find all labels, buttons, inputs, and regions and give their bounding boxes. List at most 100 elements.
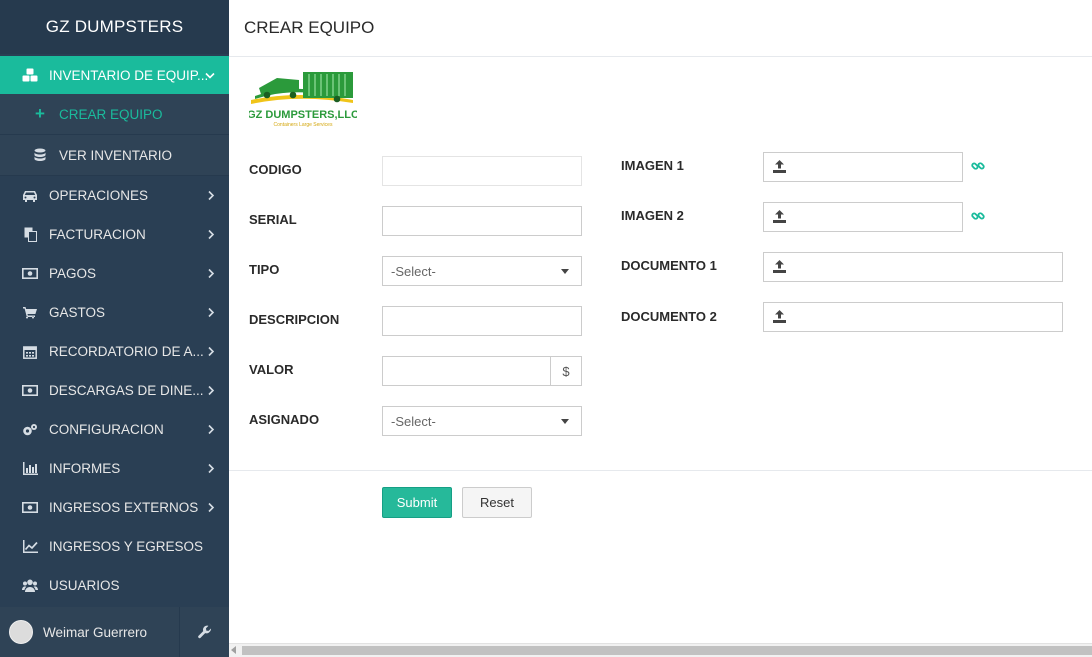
sidebar-item-label: INFORMES bbox=[49, 461, 121, 476]
sidebar-item-label: DESCARGAS DE DINE... bbox=[49, 383, 204, 398]
submit-button[interactable]: Submit bbox=[382, 487, 452, 518]
serial-label: SERIAL bbox=[249, 212, 297, 227]
upload-icon bbox=[773, 210, 786, 226]
sidebar-subitem-label: VER INVENTARIO bbox=[59, 147, 173, 163]
codigo-label: CODIGO bbox=[249, 162, 302, 177]
cart-icon bbox=[22, 305, 38, 321]
asignado-label: ASIGNADO bbox=[249, 412, 320, 427]
car-icon bbox=[22, 188, 38, 204]
sidebar-item-operaciones[interactable]: OPERACIONES bbox=[0, 176, 229, 215]
money-icon bbox=[22, 266, 38, 282]
user-name[interactable]: Weimar Guerrero bbox=[43, 625, 147, 640]
sidebar-item-label: INGRESOS Y EGRESOS bbox=[49, 539, 204, 554]
sidebar-item-label: CONFIGURACION bbox=[49, 422, 164, 437]
documento1-upload[interactable] bbox=[763, 252, 1063, 282]
chevron-right-icon bbox=[208, 227, 215, 242]
reset-button[interactable]: Reset bbox=[462, 487, 532, 518]
sidebar-item-pagos[interactable]: PAGOS bbox=[0, 254, 229, 293]
line-chart-icon bbox=[22, 539, 38, 555]
cubes-icon bbox=[22, 67, 38, 83]
sidebar-item-descargas[interactable]: DESCARGAS DE DINE... bbox=[0, 371, 229, 410]
caret-down-icon bbox=[561, 269, 569, 274]
calendar-icon bbox=[22, 344, 38, 360]
dollar-addon: $ bbox=[550, 357, 581, 385]
valor-label: VALOR bbox=[249, 362, 294, 377]
chevron-right-icon bbox=[208, 383, 215, 398]
sidebar-user-bar: Weimar Guerrero bbox=[0, 607, 229, 657]
sidebar: GZ DUMPSTERS INVENTARIO DE EQUIP... + CR… bbox=[0, 0, 229, 657]
page-title: CREAR EQUIPO bbox=[229, 0, 1092, 57]
codigo-input[interactable] bbox=[382, 156, 582, 186]
gears-icon bbox=[22, 422, 38, 438]
plus-icon: + bbox=[35, 104, 45, 123]
money-icon bbox=[22, 383, 38, 399]
logo-text: GZ DUMPSTERS,LLC bbox=[249, 109, 357, 121]
sidebar-item-facturacion[interactable]: FACTURACION bbox=[0, 215, 229, 254]
avatar[interactable] bbox=[9, 620, 33, 644]
sidebar-item-inventario[interactable]: INVENTARIO DE EQUIP... bbox=[0, 56, 229, 94]
documento2-upload[interactable] bbox=[763, 302, 1063, 332]
chevron-right-icon bbox=[208, 344, 215, 359]
valor-input[interactable]: $ bbox=[382, 356, 582, 386]
sidebar-item-label: GASTOS bbox=[49, 305, 106, 320]
caret-down-icon bbox=[561, 419, 569, 424]
sidebar-item-recordatorio[interactable]: RECORDATORIO DE A... bbox=[0, 332, 229, 371]
sidebar-subitem-label: CREAR EQUIPO bbox=[59, 106, 163, 122]
serial-input[interactable] bbox=[382, 206, 582, 236]
tipo-select-value: -Select- bbox=[391, 263, 436, 279]
sidebar-item-label: RECORDATORIO DE A... bbox=[49, 344, 204, 359]
submenu-inventario: + CREAR EQUIPO VER INVENTARIO bbox=[0, 94, 229, 176]
imagen2-upload[interactable] bbox=[763, 202, 963, 232]
chevron-right-icon bbox=[208, 188, 215, 203]
link-icon[interactable] bbox=[971, 209, 985, 228]
sidebar-item-label: PAGOS bbox=[49, 266, 97, 281]
brand-title[interactable]: GZ DUMPSTERS bbox=[0, 0, 229, 54]
sidebar-item-ingresos-egresos[interactable]: INGRESOS Y EGRESOS bbox=[0, 527, 229, 566]
sidebar-item-label: FACTURACION bbox=[49, 227, 146, 242]
money-icon bbox=[22, 500, 38, 516]
sidebar-item-configuracion[interactable]: CONFIGURACION bbox=[0, 410, 229, 449]
documento2-label: DOCUMENTO 2 bbox=[621, 309, 717, 324]
app: GZ DUMPSTERS INVENTARIO DE EQUIP... + CR… bbox=[0, 0, 1092, 657]
chevron-right-icon bbox=[208, 266, 215, 281]
asignado-select-value: -Select- bbox=[391, 413, 436, 429]
bar-chart-icon bbox=[22, 461, 38, 477]
copy-icon bbox=[22, 227, 38, 243]
wrench-icon[interactable] bbox=[179, 607, 229, 657]
sidebar-item-ingresos-externos[interactable]: INGRESOS EXTERNOS bbox=[0, 488, 229, 527]
upload-icon bbox=[773, 310, 786, 326]
documento1-label: DOCUMENTO 1 bbox=[621, 258, 717, 273]
sidebar-item-label: OPERACIONES bbox=[49, 188, 149, 203]
descripcion-input[interactable] bbox=[382, 306, 582, 336]
scrollbar-thumb[interactable] bbox=[242, 646, 1092, 655]
imagen1-upload[interactable] bbox=[763, 152, 963, 182]
logo-tagline: Containers Large Services bbox=[274, 122, 333, 128]
sidebar-item-informes[interactable]: INFORMES bbox=[0, 449, 229, 488]
imagen1-label: IMAGEN 1 bbox=[621, 158, 684, 173]
sidebar-item-gastos[interactable]: GASTOS bbox=[0, 293, 229, 332]
upload-icon bbox=[773, 160, 786, 176]
main-content: CREAR EQUIPO GZ DUMPSTERS,LLC Containers… bbox=[229, 0, 1092, 657]
chevron-right-icon bbox=[208, 422, 215, 437]
users-icon bbox=[22, 578, 38, 594]
form-divider bbox=[229, 470, 1092, 471]
chevron-right-icon bbox=[208, 461, 215, 476]
horizontal-scrollbar[interactable] bbox=[229, 643, 1092, 657]
database-icon bbox=[33, 148, 47, 162]
sidebar-item-label: INGRESOS EXTERNOS bbox=[49, 500, 199, 515]
company-logo: GZ DUMPSTERS,LLC Containers Large Servic… bbox=[247, 70, 359, 128]
tipo-label: TIPO bbox=[249, 262, 280, 277]
sidebar-item-usuarios[interactable]: USUARIOS bbox=[0, 566, 229, 605]
upload-icon bbox=[773, 260, 786, 276]
imagen2-label: IMAGEN 2 bbox=[621, 208, 684, 223]
link-icon[interactable] bbox=[971, 159, 985, 178]
scroll-left-arrow-icon[interactable] bbox=[231, 646, 236, 654]
sidebar-item-label: INVENTARIO DE EQUIP... bbox=[49, 67, 209, 83]
descripcion-label: DESCRIPCION bbox=[249, 312, 340, 327]
asignado-select[interactable]: -Select- bbox=[382, 406, 582, 436]
sidebar-subitem-crear-equipo[interactable]: + CREAR EQUIPO bbox=[0, 94, 229, 135]
tipo-select[interactable]: -Select- bbox=[382, 256, 582, 286]
sidebar-item-label: USUARIOS bbox=[49, 578, 120, 593]
sidebar-subitem-ver-inventario[interactable]: VER INVENTARIO bbox=[0, 135, 229, 176]
chevron-right-icon bbox=[208, 500, 215, 515]
